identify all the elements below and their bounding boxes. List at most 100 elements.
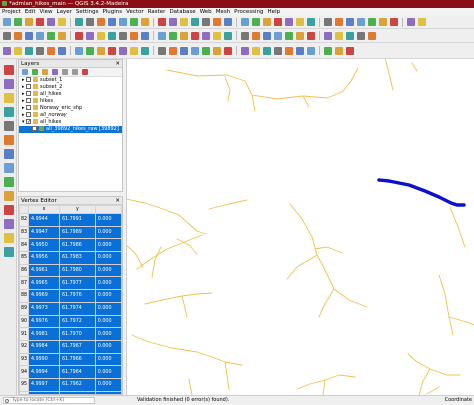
add-xyz-layer-icon[interactable] <box>4 233 14 243</box>
print-layout-icon[interactable] <box>324 31 332 40</box>
open-project-icon[interactable] <box>202 46 210 55</box>
pan-to-selection-icon[interactable] <box>14 31 22 40</box>
layer-visibility-checkbox[interactable] <box>26 98 31 103</box>
refresh-icon[interactable] <box>130 31 138 40</box>
print-layout-icon[interactable] <box>407 18 415 26</box>
select-feature-icon[interactable] <box>241 18 249 26</box>
zoom-layer-icon[interactable] <box>335 46 343 55</box>
layer-item[interactable]: ▾all_hikes <box>19 119 122 126</box>
new-project-icon[interactable] <box>191 46 199 55</box>
zoom-next-icon[interactable] <box>180 18 188 26</box>
save-as-icon[interactable] <box>36 18 44 26</box>
identify-icon[interactable] <box>58 46 66 55</box>
statistical-summary-icon[interactable] <box>285 18 293 26</box>
table-row[interactable]: 89 4.9973 61.7974 0.000 <box>19 301 122 316</box>
open-attribute-table-icon[interactable] <box>97 46 105 55</box>
add-delimited-text-icon[interactable] <box>4 107 14 117</box>
zoom-out-icon[interactable] <box>36 31 44 40</box>
field-calculator-icon[interactable] <box>108 46 116 55</box>
zoom-full-icon[interactable] <box>47 31 55 40</box>
pan-map-icon[interactable] <box>357 31 365 40</box>
layer-visibility-checkbox[interactable] <box>26 119 31 124</box>
vertex-y-cell[interactable]: 61.7966 <box>59 352 96 367</box>
zoom-last-icon[interactable] <box>86 31 94 40</box>
zoom-out-icon[interactable] <box>119 18 127 26</box>
zoom-layer-icon[interactable] <box>141 18 149 26</box>
save-project-icon[interactable] <box>296 31 304 40</box>
deselect-icon[interactable] <box>169 31 177 40</box>
python-console-icon[interactable] <box>346 18 354 26</box>
new-bookmark-icon[interactable] <box>25 46 33 55</box>
vertex-y-cell[interactable]: 61.7962 <box>59 377 96 392</box>
table-row[interactable]: 88 4.9969 61.7976 0.000 <box>19 289 122 303</box>
menu-help[interactable]: Help <box>268 8 281 16</box>
statistical-summary-icon[interactable] <box>119 46 127 55</box>
save-project-icon[interactable] <box>25 18 33 26</box>
deselect-icon[interactable] <box>252 18 260 26</box>
add-virtual-layer-icon[interactable] <box>4 219 14 229</box>
vertex-y-cell[interactable]: 61.7976 <box>59 289 96 303</box>
zoom-out-icon[interactable] <box>307 46 315 55</box>
map-tips-icon[interactable] <box>307 18 315 26</box>
pan-map-icon[interactable] <box>86 18 94 26</box>
vertex-z-cell[interactable]: 0.000 <box>94 213 122 227</box>
locator-search[interactable]: Type to locate (Ctrl+K) <box>3 397 95 404</box>
vertex-z-cell[interactable]: 0.000 <box>94 225 122 240</box>
vertex-z-cell[interactable]: 0.000 <box>94 238 122 253</box>
add-spatialite-icon[interactable] <box>4 121 14 131</box>
zoom-layer-icon[interactable] <box>58 31 66 40</box>
table-row[interactable]: 87 4.9965 61.7977 0.000 <box>19 276 122 291</box>
open-project-icon[interactable] <box>368 18 376 26</box>
new-bookmark-icon[interactable] <box>108 31 116 40</box>
vertex-z-cell[interactable]: 0.000 <box>94 327 122 341</box>
menu-settings[interactable]: Settings <box>76 8 99 16</box>
statistical-summary-icon[interactable] <box>202 31 210 40</box>
vertex-x-cell[interactable]: 4.9947 <box>28 225 60 240</box>
zoom-in-icon[interactable] <box>25 31 33 40</box>
show-bookmarks-icon[interactable] <box>119 31 127 40</box>
table-row[interactable]: 82 4.9944 61.7991 0.000 <box>19 213 122 227</box>
save-project-icon[interactable] <box>213 46 221 55</box>
layer-item[interactable]: ▸ all_hikes <box>19 91 122 98</box>
vertex-x-cell[interactable]: 4.9973 <box>28 301 60 316</box>
table-row[interactable]: 84 4.9950 61.7986 0.000 <box>19 238 122 253</box>
pan-to-selection-icon[interactable] <box>97 18 105 26</box>
print-layout-icon[interactable] <box>47 18 55 26</box>
table-row[interactable]: 94 4.9994 61.7964 0.000 <box>19 365 122 379</box>
layer-item[interactable]: ▸ subset_2 <box>19 84 122 91</box>
add-raster-layer-icon[interactable] <box>4 79 14 89</box>
vertex-z-cell[interactable]: 0.000 <box>94 314 122 329</box>
vertex-y-cell[interactable]: 61.7972 <box>59 314 96 329</box>
vertex-y-cell[interactable]: 61.7964 <box>59 365 96 379</box>
column-header[interactable]: x <box>28 205 60 214</box>
zoom-in-icon[interactable] <box>108 18 116 26</box>
new-project-icon[interactable] <box>3 18 11 26</box>
open-attribute-table-icon[interactable] <box>180 31 188 40</box>
vertex-z-cell[interactable]: 0.000 <box>94 377 122 392</box>
zoom-selection-icon[interactable] <box>346 46 354 55</box>
vertex-x-cell[interactable]: 4.9944 <box>28 213 60 227</box>
deselect-icon[interactable] <box>86 46 94 55</box>
measure-icon[interactable] <box>213 31 221 40</box>
layer-item[interactable]: ▸ all_norway <box>19 112 122 119</box>
new-temporary-layer-icon[interactable] <box>4 205 14 215</box>
add-postgis-icon[interactable] <box>4 135 14 145</box>
open-project-icon[interactable] <box>14 18 22 26</box>
measure-icon[interactable] <box>130 46 138 55</box>
open-layer-styling-icon[interactable] <box>22 69 28 75</box>
style-manager-icon[interactable] <box>75 18 83 26</box>
text-annotation-icon[interactable] <box>241 31 249 40</box>
show-bookmarks-icon[interactable] <box>36 46 44 55</box>
layout-manager-icon[interactable] <box>418 18 426 26</box>
layer-visibility-checkbox[interactable] <box>26 77 31 82</box>
vertex-x-cell[interactable]: 4.9969 <box>28 289 60 303</box>
pan-map-icon[interactable] <box>274 46 282 55</box>
add-wfs-icon[interactable] <box>4 163 14 173</box>
text-annotation-icon[interactable] <box>324 18 332 26</box>
layer-item[interactable]: ▸ hikes <box>19 98 122 105</box>
close-icon[interactable]: ✕ <box>115 60 120 68</box>
style-manager-icon[interactable] <box>346 31 354 40</box>
map-svg[interactable] <box>125 57 474 396</box>
save-as-icon[interactable] <box>224 46 232 55</box>
zoom-next-icon[interactable] <box>97 31 105 40</box>
